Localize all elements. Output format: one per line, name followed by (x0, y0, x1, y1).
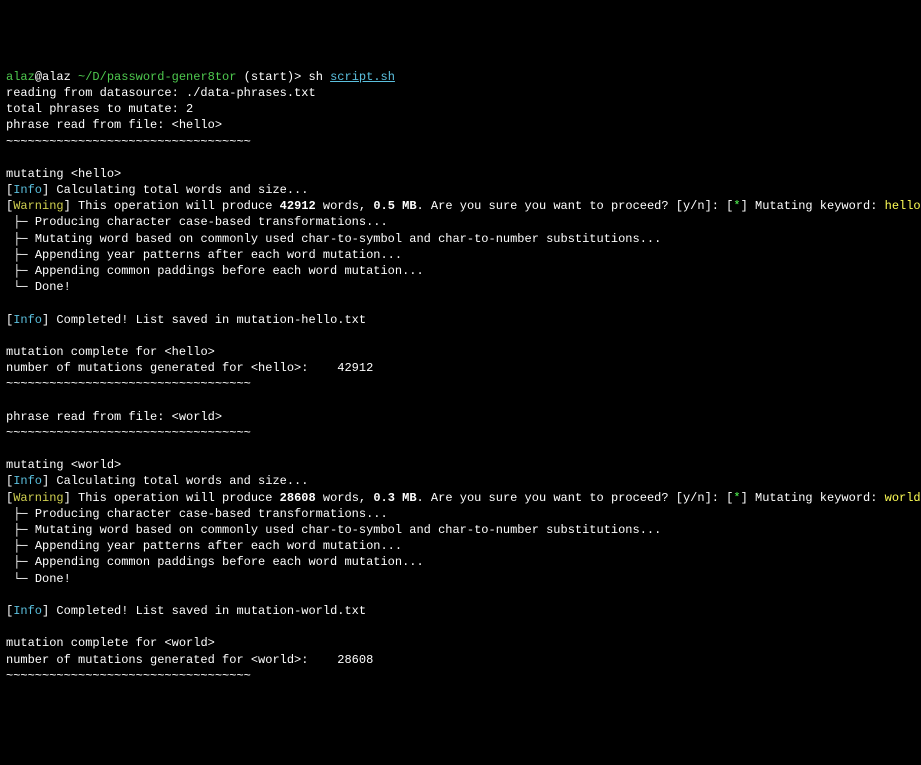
star-icon: * (733, 199, 740, 213)
warning-tag: Warning (13, 199, 63, 213)
prompt-branch: start (251, 70, 287, 84)
tree-step: ├─ Appending common paddings before each… (6, 264, 424, 278)
info-tag: Info (13, 183, 42, 197)
separator: ~~~~~~~~~~~~~~~~~~~~~~~~~~~~~~~~~~ (6, 669, 251, 683)
word-count: 28608 (280, 491, 316, 505)
word-count: 42912 (280, 199, 316, 213)
warning-line: [Warning] This operation will produce 28… (6, 491, 921, 505)
keyword-text: world (885, 491, 921, 505)
prompt-line[interactable]: alaz@alaz ~/D/password-gener8tor (start)… (6, 70, 395, 84)
info-completed-line: [Info] Completed! List saved in mutation… (6, 604, 366, 618)
reading-line: reading from datasource: ./data-phrases.… (6, 86, 316, 100)
separator: ~~~~~~~~~~~~~~~~~~~~~~~~~~~~~~~~~~ (6, 426, 251, 440)
info-tag: Info (13, 604, 42, 618)
info-calc-line: [Info] Calculating total words and size.… (6, 474, 308, 488)
size-text: 0.5 MB (373, 199, 416, 213)
tree-step: ├─ Mutating word based on commonly used … (6, 232, 661, 246)
tree-step-last: └─ Done! (6, 280, 71, 294)
info-tag: Info (13, 313, 42, 327)
warning-tag: Warning (13, 491, 63, 505)
phrase-read-line: phrase read from file: <world> (6, 410, 222, 424)
info-tag: Info (13, 474, 42, 488)
tree-step-last: └─ Done! (6, 572, 71, 586)
info-calc-line: [Info] Calculating total words and size.… (6, 183, 308, 197)
separator: ~~~~~~~~~~~~~~~~~~~~~~~~~~~~~~~~~~ (6, 377, 251, 391)
complete-line: mutation complete for <world> (6, 636, 215, 650)
prompt-host: alaz (42, 70, 71, 84)
tree-step: ├─ Producing character case-based transf… (6, 507, 388, 521)
complete-line: mutation complete for <hello> (6, 345, 215, 359)
mutating-line: mutating <world> (6, 458, 121, 472)
warning-line: [Warning] This operation will produce 42… (6, 199, 921, 213)
cmd-sh: sh (309, 70, 323, 84)
tree-step: ├─ Mutating word based on commonly used … (6, 523, 661, 537)
separator: ~~~~~~~~~~~~~~~~~~~~~~~~~~~~~~~~~~ (6, 135, 251, 149)
tree-step: ├─ Appending year patterns after each wo… (6, 248, 402, 262)
num-gen-line: number of mutations generated for <hello… (6, 361, 373, 375)
terminal-output: alaz@alaz ~/D/password-gener8tor (start)… (6, 69, 915, 684)
tree-step: ├─ Appending year patterns after each wo… (6, 539, 402, 553)
total-line: total phrases to mutate: 2 (6, 102, 193, 116)
num-gen-line: number of mutations generated for <world… (6, 653, 373, 667)
star-icon: * (733, 491, 740, 505)
mutating-line: mutating <hello> (6, 167, 121, 181)
tree-step: ├─ Appending common paddings before each… (6, 555, 424, 569)
phrase-read-line: phrase read from file: <hello> (6, 118, 222, 132)
cmd-script: script.sh (330, 70, 395, 84)
prompt-path: ~/D/password-gener8tor (78, 70, 236, 84)
tree-step: ├─ Producing character case-based transf… (6, 215, 388, 229)
info-completed-line: [Info] Completed! List saved in mutation… (6, 313, 366, 327)
prompt-user: alaz (6, 70, 35, 84)
keyword-text: hello (885, 199, 921, 213)
size-text: 0.3 MB (373, 491, 416, 505)
